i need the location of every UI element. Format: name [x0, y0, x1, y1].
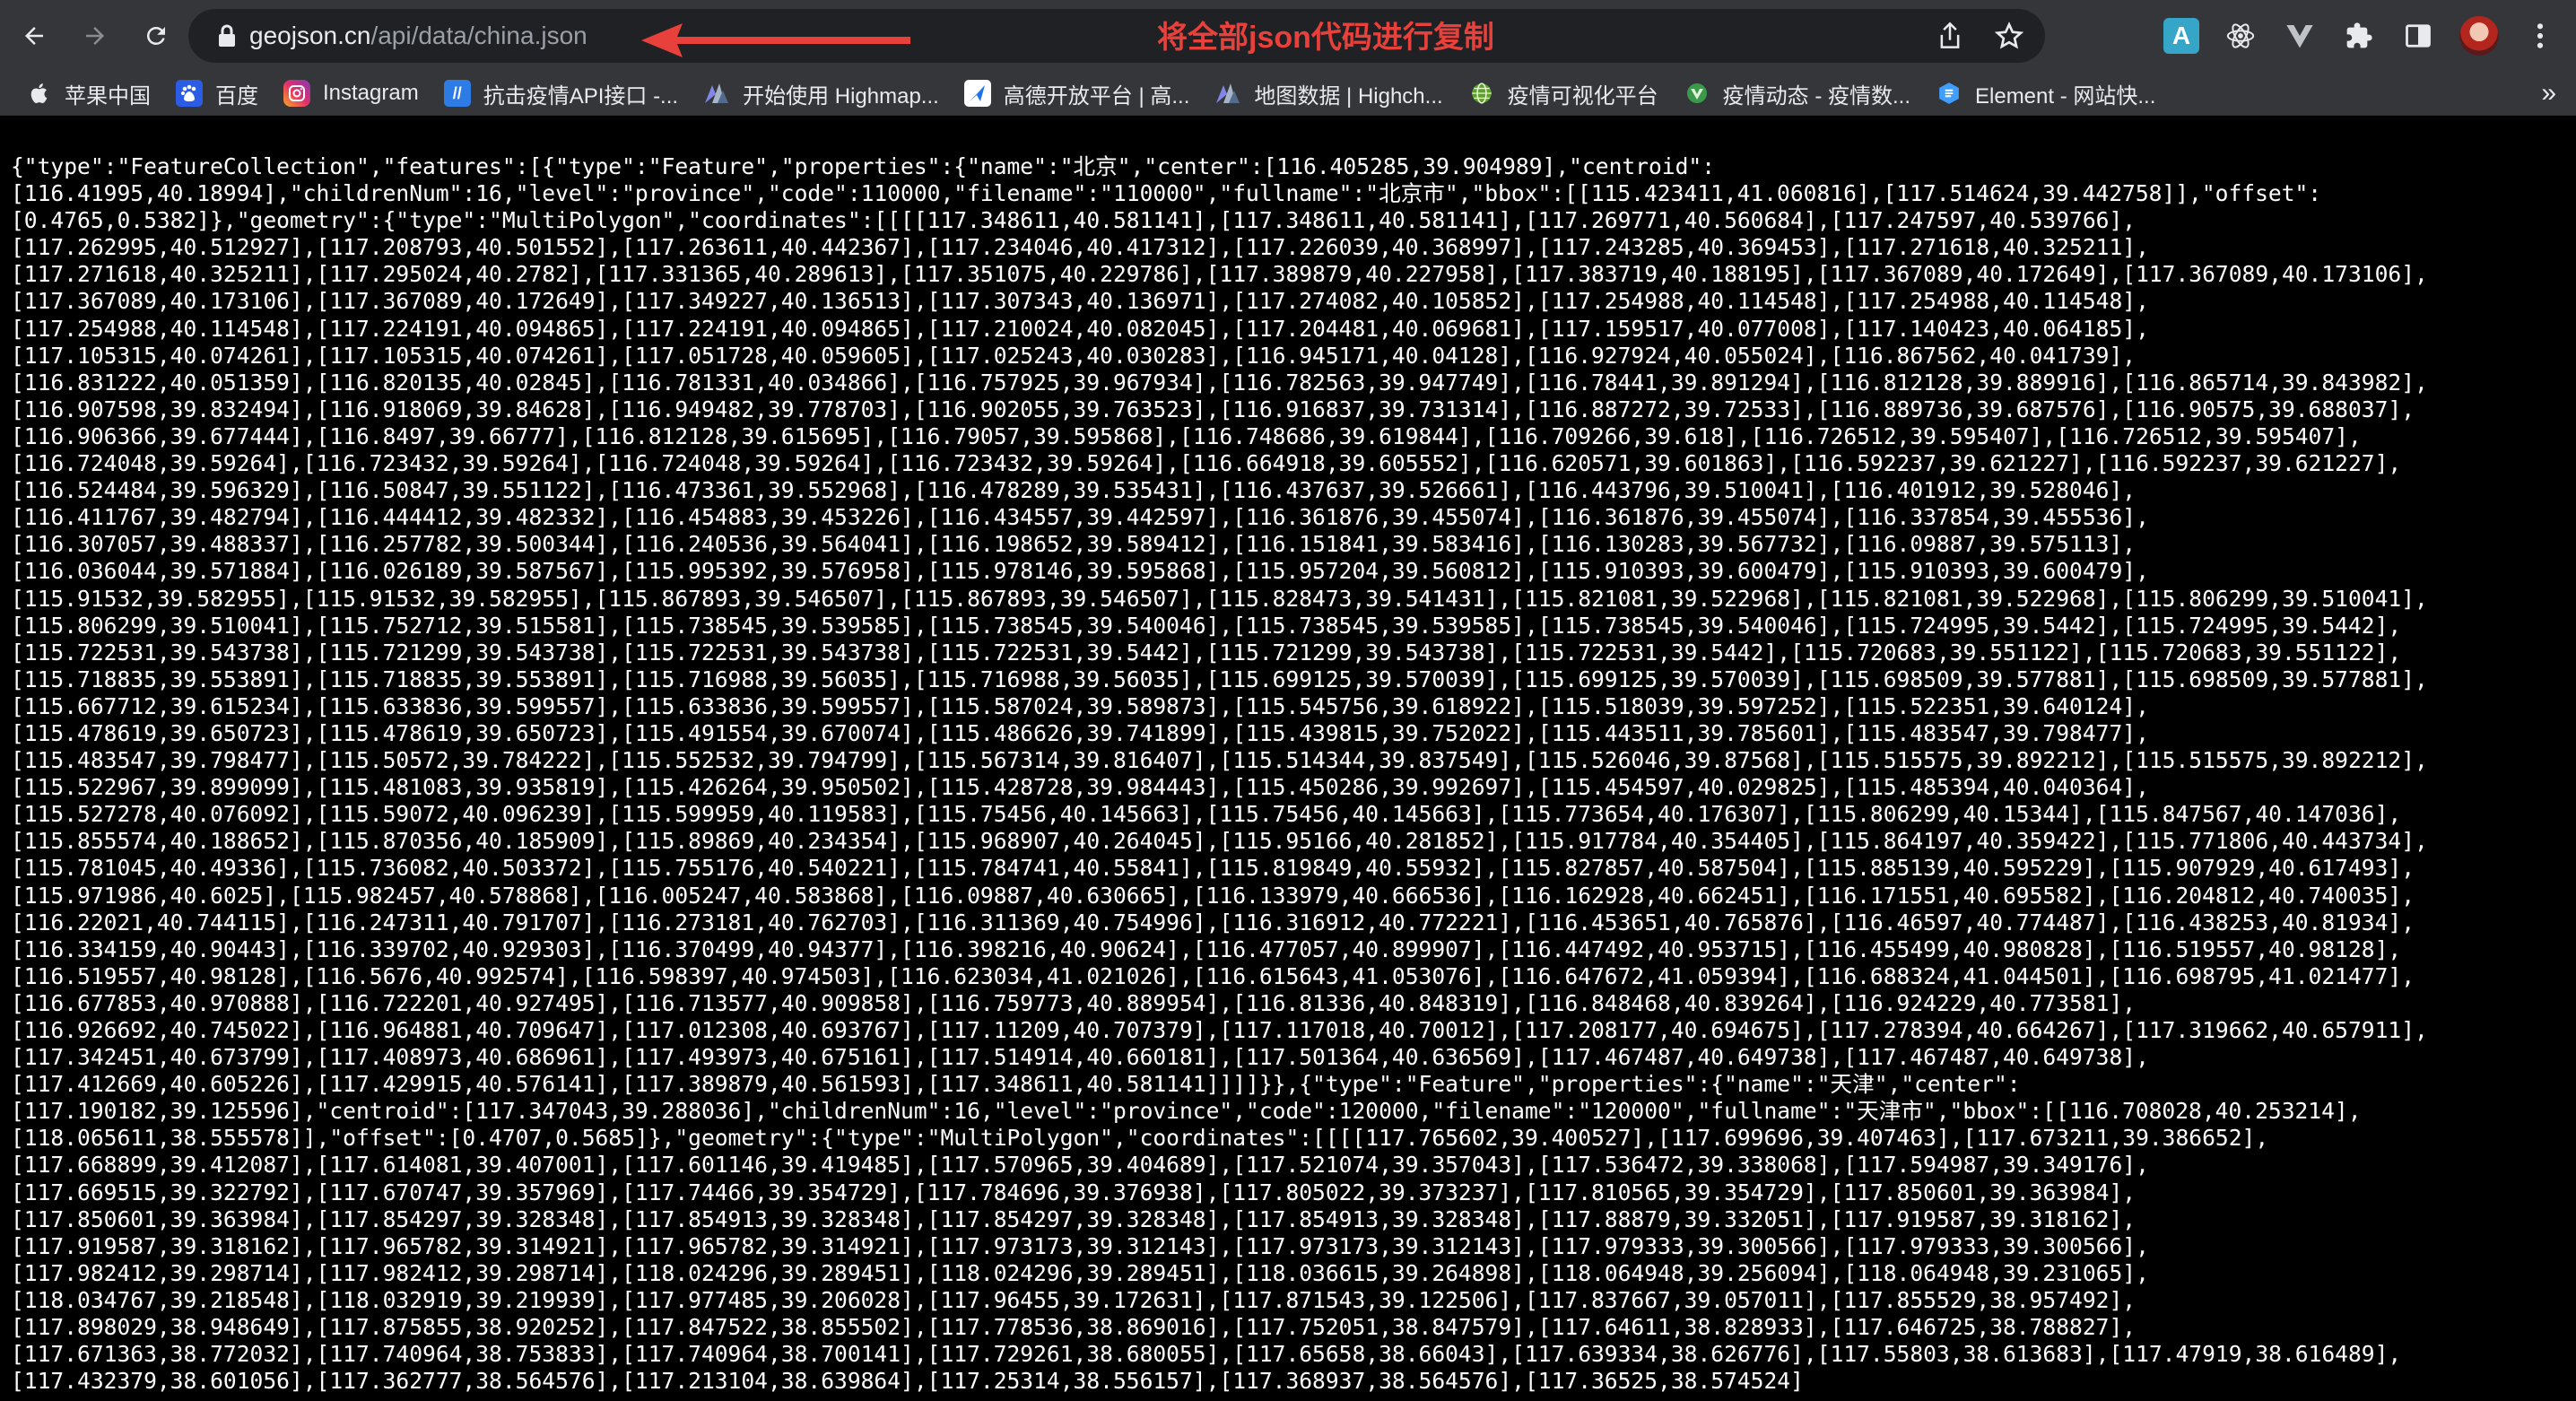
bookmark-apple[interactable]: 苹果中国 [13, 74, 163, 113]
annotation-arrow [641, 23, 910, 57]
bookmark-label: 苹果中国 [65, 83, 151, 109]
more-menu-icon[interactable] [2522, 18, 2558, 54]
browser-toolbar: geojson.cn/api/data/china.json 将全部json代码… [0, 0, 2576, 72]
puzzle-extensions-icon[interactable] [2341, 18, 2377, 54]
annotation-text: 将全部json代码进行复制 [1157, 21, 1494, 55]
back-arrow-icon[interactable] [9, 11, 59, 61]
json-text[interactable]: {"type":"FeatureCollection","features":[… [0, 116, 2567, 1395]
bookmark-element[interactable]: Element - 网站快... [1923, 74, 2168, 113]
profile-avatar[interactable] [2459, 16, 2499, 56]
bookmarks-overflow-button[interactable]: » [2541, 72, 2556, 115]
json-viewport: {"type":"FeatureCollection","features":[… [0, 116, 2576, 1401]
reload-icon[interactable] [131, 11, 181, 61]
forward-arrow-icon[interactable] [70, 11, 120, 61]
bookmark-label: 疫情可视化平台 [1507, 83, 1658, 109]
side-panel-icon[interactable] [2400, 18, 2436, 54]
url-domain: geojson.cn [249, 22, 371, 49]
a-extension-icon[interactable]: A [2163, 18, 2199, 54]
bookmark-label: 地图数据 | Highch... [1254, 83, 1443, 109]
browser-window: geojson.cn/api/data/china.json 将全部json代码… [0, 0, 2576, 1401]
bookmark-highcharts-mapdata[interactable]: 地图数据 | Highch... [1202, 74, 1455, 113]
bookmark-label: Instagram [323, 81, 419, 105]
bookmark-highmaps[interactable]: 开始使用 Highmap... [691, 74, 952, 113]
element-icon [1936, 80, 1962, 107]
bookmarks-bar: 苹果中国 百度 Instagram // 抗击疫情API接口 -... 开始使用… [0, 72, 2576, 116]
bookmark-covid-news[interactable]: 疫情动态 - 疫情数... [1671, 74, 1923, 113]
url-path: /api/data/china.json [370, 22, 587, 49]
baidu-paw-icon [176, 80, 203, 107]
globe-icon [1468, 80, 1495, 107]
bookmark-baidu[interactable]: 百度 [163, 74, 271, 113]
bookmark-label: 高德开放平台 | 高... [1003, 83, 1190, 109]
highcharts-icon [703, 80, 730, 107]
bookmark-label: 抗击疫情API接口 -... [483, 83, 679, 109]
extensions-area: A [2163, 9, 2558, 63]
instagram-icon [283, 80, 310, 107]
vue-icon [1684, 80, 1710, 107]
bookmark-label: 疫情动态 - 疫情数... [1722, 83, 1910, 109]
lock-icon[interactable] [205, 9, 249, 63]
bookmark-covid-visual[interactable]: 疫情可视化平台 [1456, 74, 1671, 113]
bookmark-label: 百度 [215, 83, 258, 109]
apple-icon [25, 80, 52, 107]
amap-icon [963, 80, 991, 107]
bookmark-star-icon[interactable] [1989, 16, 2029, 56]
bookmark-label: Element - 网站快... [1975, 83, 2156, 109]
bookmark-amap[interactable]: 高德开放平台 | 高... [952, 74, 1203, 113]
react-devtools-icon[interactable] [2223, 18, 2258, 54]
bookmark-instagram[interactable]: Instagram [271, 74, 431, 113]
address-bar[interactable]: geojson.cn/api/data/china.json [188, 9, 2045, 63]
vuetify-extension-icon[interactable] [2282, 18, 2318, 54]
bookmark-covid-api[interactable]: // 抗击疫情API接口 -... [431, 74, 691, 113]
omnibox-actions [1930, 9, 2029, 63]
api-doc-icon: // [443, 80, 471, 107]
bookmark-label: 开始使用 Highmap... [743, 83, 939, 109]
share-icon[interactable] [1930, 16, 1970, 56]
url-text[interactable]: geojson.cn/api/data/china.json [249, 22, 587, 50]
highcharts-icon [1214, 80, 1241, 107]
